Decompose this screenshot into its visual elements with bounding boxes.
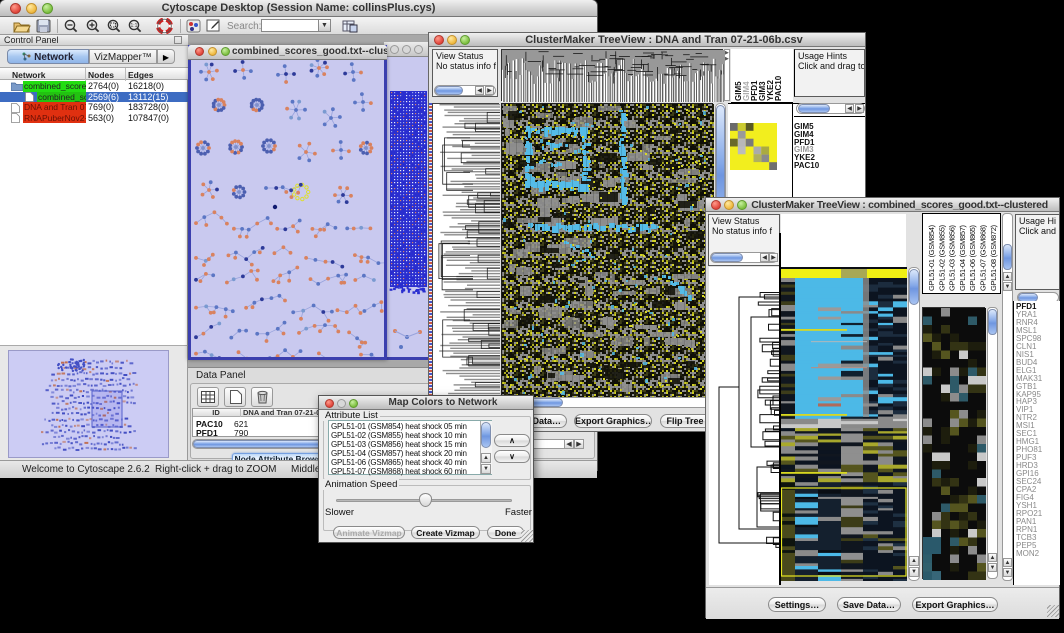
svg-text:GPL51-07 (GSM868): GPL51-07 (GSM868) <box>979 224 988 291</box>
svg-text:GPL51-08 (GSM872): GPL51-08 (GSM872) <box>989 224 998 291</box>
svg-text:1:1: 1:1 <box>131 23 138 29</box>
svg-text:GPL51-01 (GSM854): GPL51-01 (GSM854) <box>927 224 936 291</box>
svg-text:GPL51-03 (GSM856): GPL51-03 (GSM856) <box>948 224 957 291</box>
svg-text:GPL51-02 (GSM855): GPL51-02 (GSM855) <box>937 224 946 291</box>
svg-text:GPL51-04 (GSM857): GPL51-04 (GSM857) <box>958 224 967 291</box>
svg-text:PAC10: PAC10 <box>774 75 783 101</box>
svg-text:GPL51-06 (GSM865): GPL51-06 (GSM865) <box>968 224 977 291</box>
